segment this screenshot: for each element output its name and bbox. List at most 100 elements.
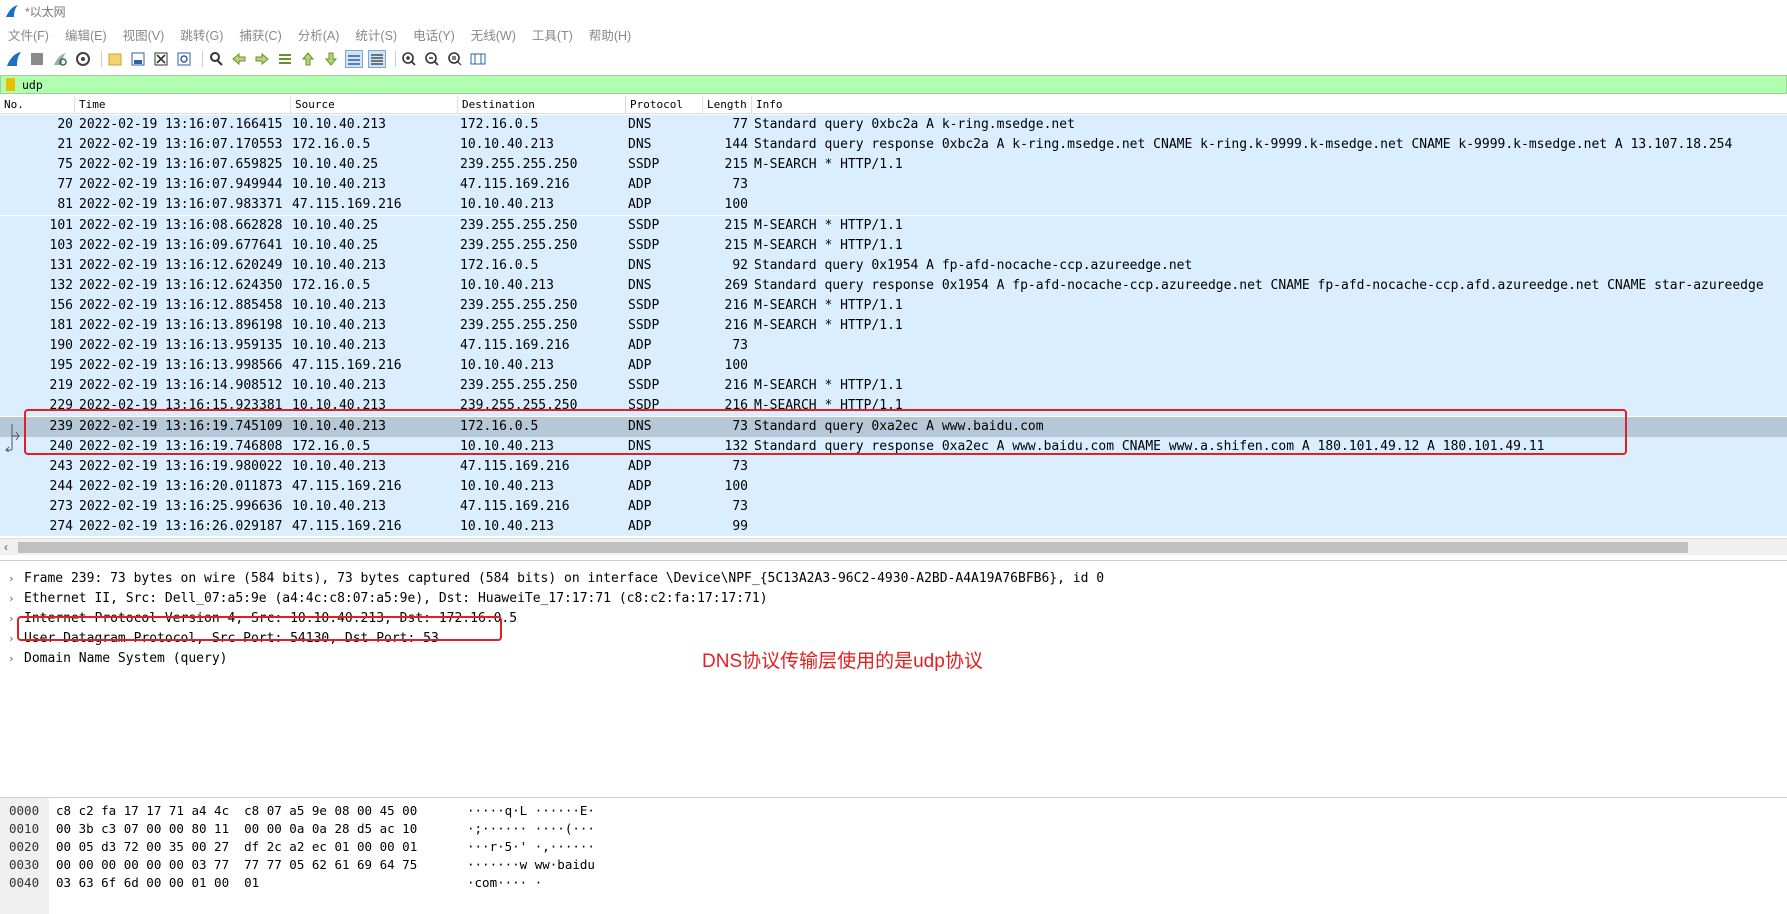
packet-row[interactable]: 195 2022-02-19 13:16:13.998566 47.115.169.… bbox=[0, 356, 1787, 377]
packet-list[interactable]: No. Time Source Destination Protocol Len… bbox=[0, 96, 1787, 536]
expand-chevron-icon[interactable]: › bbox=[8, 569, 15, 589]
packet-row[interactable]: 21 2022-02-19 13:16:07.170553 172.16.0.5 10… bbox=[0, 135, 1787, 156]
goto-packet-icon[interactable] bbox=[276, 50, 294, 68]
cell-time: 2022-02-19 13:16:12.885458 bbox=[79, 297, 283, 313]
packet-row[interactable]: 101 2022-02-19 13:16:08.662828 10.10.40.25… bbox=[0, 215, 1787, 236]
packet-row[interactable]: 132 2022-02-19 13:16:12.624350 172.16.0.5 1… bbox=[0, 275, 1787, 296]
back-arrow-icon[interactable] bbox=[230, 50, 248, 68]
display-filter-bar[interactable]: udp bbox=[0, 75, 1787, 94]
packet-row[interactable]: 240 2022-02-19 13:16:19.746808 172.16.0.5 1… bbox=[0, 436, 1787, 457]
packet-row[interactable]: 273 2022-02-19 13:16:25.996636 10.10.40.21… bbox=[0, 496, 1787, 517]
resize-columns-icon[interactable] bbox=[469, 50, 487, 68]
cell-length: 132 bbox=[724, 438, 748, 454]
options-gear-icon[interactable] bbox=[74, 50, 92, 68]
packet-row[interactable]: 243 2022-02-19 13:16:19.980022 10.10.40.21… bbox=[0, 456, 1787, 477]
hex-row[interactable]: 0030 00 00 00 00 00 00 03 77 77 77 05 62 … bbox=[0, 856, 1787, 874]
cell-destination: 239.255.255.250 bbox=[460, 318, 578, 333]
column-header-time[interactable]: Time bbox=[75, 96, 291, 114]
menu-item[interactable]: 统计(S) bbox=[355, 25, 397, 44]
cell-info: Standard query response 0xa2ec A www.bai… bbox=[754, 438, 1545, 454]
menu-item[interactable]: 捕获(C) bbox=[239, 25, 281, 44]
find-icon[interactable] bbox=[207, 50, 225, 68]
packet-row[interactable]: 103 2022-02-19 13:16:09.677641 10.10.40.25… bbox=[0, 235, 1787, 256]
scrollbar-thumb[interactable] bbox=[18, 542, 1688, 553]
cell-source: 172.16.0.5 bbox=[292, 137, 371, 153]
restart-icon[interactable] bbox=[51, 50, 69, 68]
packet-row[interactable]: 20 2022-02-19 13:16:07.166415 10.10.40.213… bbox=[0, 115, 1787, 135]
cell-info: M-SEARCH * HTTP/1.1 bbox=[754, 157, 903, 173]
last-packet-icon[interactable] bbox=[322, 50, 340, 68]
packet-row[interactable]: 77 2022-02-19 13:16:07.949944 10.10.40.213… bbox=[0, 175, 1787, 196]
colorize-icon[interactable] bbox=[368, 50, 386, 68]
zoom-normal-icon[interactable] bbox=[446, 50, 464, 68]
forward-arrow-icon[interactable] bbox=[253, 50, 271, 68]
detail-tree-item[interactable]: › Internet Protocol Version 4, Src: 10.10… bbox=[0, 609, 1787, 629]
packet-row[interactable]: 75 2022-02-19 13:16:07.659825 10.10.40.25 2… bbox=[0, 155, 1787, 176]
menu-item[interactable]: 编辑(E) bbox=[65, 25, 107, 44]
column-header-protocol[interactable]: Protocol bbox=[626, 96, 703, 114]
expand-chevron-icon[interactable]: › bbox=[8, 589, 15, 609]
expand-chevron-icon[interactable]: › bbox=[8, 609, 15, 629]
menu-item[interactable]: 工具(T) bbox=[532, 25, 573, 44]
menu-item[interactable]: 跳转(G) bbox=[180, 25, 223, 44]
menu-item[interactable]: 帮助(H) bbox=[589, 25, 631, 44]
packet-row[interactable]: 156 2022-02-19 13:16:12.885458 10.10.40.21… bbox=[0, 295, 1787, 316]
hex-row[interactable]: 0020 00 05 d3 72 00 35 00 27 df 2c a2 ec … bbox=[0, 838, 1787, 856]
packet-row[interactable]: 181 2022-02-19 13:16:13.896198 10.10.40.21… bbox=[0, 316, 1787, 336]
scroll-left-arrow-icon[interactable]: ‹ bbox=[4, 540, 8, 554]
expand-chevron-icon[interactable]: › bbox=[8, 629, 15, 649]
detail-tree-item[interactable]: › Frame 239: 73 bytes on wire (584 bits),… bbox=[0, 569, 1787, 589]
cell-no: 156 bbox=[49, 297, 73, 313]
save-file-icon[interactable] bbox=[129, 50, 147, 68]
cell-length: 100 bbox=[724, 478, 748, 494]
packet-row[interactable]: 274 2022-02-19 13:16:26.029187 47.115.169.… bbox=[0, 517, 1787, 536]
menu-item[interactable]: 分析(A) bbox=[298, 25, 340, 44]
packet-row[interactable]: 229 2022-02-19 13:16:15.923381 10.10.40.21… bbox=[0, 396, 1787, 417]
detail-tree-item[interactable]: › Ethernet II, Src: Dell_07:a5:9e (a4:4c:… bbox=[0, 589, 1787, 609]
cell-length: 99 bbox=[732, 519, 748, 534]
menu-item[interactable]: 电话(Y) bbox=[413, 25, 455, 44]
autoscroll-icon[interactable] bbox=[345, 50, 363, 68]
hex-row[interactable]: 0010 00 3b c3 07 00 00 80 11 00 00 0a 0a … bbox=[0, 820, 1787, 838]
cell-source: 10.10.40.213 bbox=[292, 378, 386, 394]
hex-row[interactable]: 0000 c8 c2 fa 17 17 71 a4 4c c8 07 a5 9e … bbox=[0, 802, 1787, 820]
expand-chevron-icon[interactable]: › bbox=[8, 649, 15, 669]
display-filter-input[interactable]: udp bbox=[22, 78, 43, 92]
cell-info: Standard query response 0x1954 A fp-afd-… bbox=[754, 277, 1764, 293]
cell-time: 2022-02-19 13:16:13.959135 bbox=[79, 338, 283, 354]
column-header-info[interactable]: Info bbox=[752, 96, 1787, 114]
hex-bytes: c8 c2 fa 17 17 71 a4 4c c8 07 a5 9e 08 0… bbox=[56, 803, 418, 818]
cell-time: 2022-02-19 13:16:25.996636 bbox=[79, 498, 283, 514]
packet-row[interactable]: 131 2022-02-19 13:16:12.620249 10.10.40.21… bbox=[0, 255, 1787, 276]
packet-row[interactable]: 81 2022-02-19 13:16:07.983371 47.115.169.2… bbox=[0, 195, 1787, 216]
packet-row-selected[interactable]: 239 2022-02-19 13:16:19.745109 10.10.40.21… bbox=[0, 416, 1787, 437]
cell-length: 216 bbox=[724, 318, 748, 333]
open-folder-icon[interactable] bbox=[106, 50, 124, 68]
column-header-destination[interactable]: Destination bbox=[458, 96, 626, 114]
packet-row[interactable]: 219 2022-02-19 13:16:14.908512 10.10.40.21… bbox=[0, 376, 1787, 397]
menu-item[interactable]: 视图(V) bbox=[123, 25, 165, 44]
menu-item[interactable]: 文件(F) bbox=[8, 25, 49, 44]
reload-icon[interactable] bbox=[175, 50, 193, 68]
shark-fin-start-icon[interactable] bbox=[5, 50, 23, 68]
cell-protocol: ADP bbox=[628, 197, 652, 213]
hex-row[interactable]: 0040 03 63 6f 6d 00 00 01 00 01 ·com···· · bbox=[0, 874, 1787, 892]
stop-icon[interactable] bbox=[28, 50, 46, 68]
hex-ascii: ·······w ww·baidu bbox=[467, 857, 595, 872]
horizontal-scrollbar[interactable]: ‹ bbox=[0, 538, 1787, 555]
menu-item[interactable]: 无线(W) bbox=[471, 25, 516, 44]
close-file-icon[interactable] bbox=[152, 50, 170, 68]
packet-row[interactable]: 244 2022-02-19 13:16:20.011873 47.115.169.… bbox=[0, 476, 1787, 497]
cell-protocol: ADP bbox=[628, 177, 652, 193]
bookmark-icon[interactable] bbox=[6, 78, 15, 91]
cell-length: 144 bbox=[724, 137, 748, 153]
zoom-in-icon[interactable] bbox=[400, 50, 418, 68]
first-packet-icon[interactable] bbox=[299, 50, 317, 68]
packet-row[interactable]: 190 2022-02-19 13:16:13.959135 10.10.40.21… bbox=[0, 336, 1787, 357]
hex-ascii: ·;······ ····(··· bbox=[467, 821, 595, 836]
column-header-length[interactable]: Length bbox=[703, 96, 752, 114]
zoom-out-icon[interactable] bbox=[423, 50, 441, 68]
cell-time: 2022-02-19 13:16:12.624350 bbox=[79, 277, 283, 293]
column-header-source[interactable]: Source bbox=[291, 96, 458, 114]
column-header-no[interactable]: No. bbox=[0, 96, 75, 114]
